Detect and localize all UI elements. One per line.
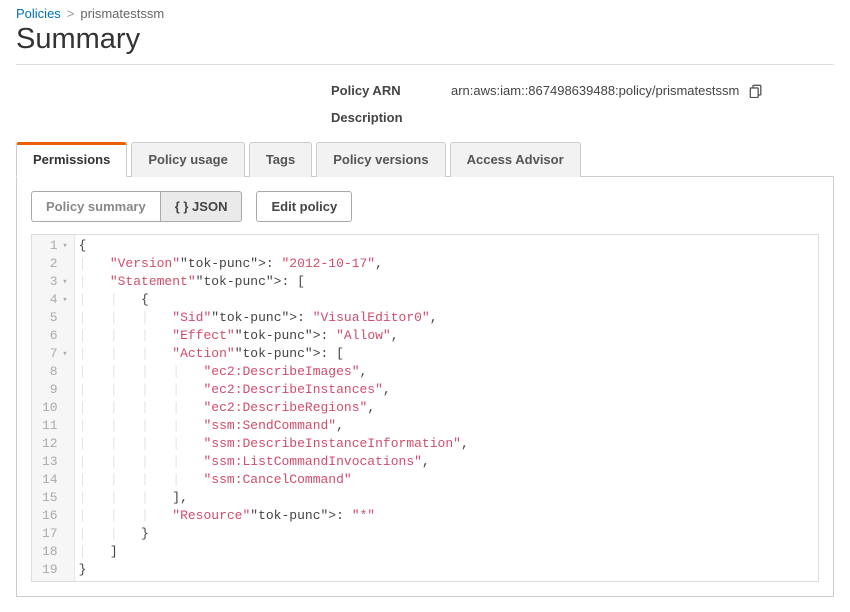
policy-arn-row: Policy ARN arn:aws:iam::867498639488:pol…	[16, 83, 834, 98]
code-line: | | | "Resource""tok-punc">: "*"	[79, 507, 818, 525]
line-number: 16	[42, 507, 58, 525]
policy-summary-button[interactable]: Policy summary	[31, 191, 160, 222]
policy-arn-label: Policy ARN	[331, 83, 451, 98]
code-line: | "Statement""tok-punc">: [	[79, 273, 818, 291]
json-editor: 1▾ 2 3▾ 4▾ 5 6 7▾ 8 9 10 11 12 13 14 15 …	[31, 234, 819, 582]
breadcrumb-root-link[interactable]: Policies	[16, 6, 61, 21]
line-number: 13	[42, 453, 58, 471]
code-line: | | | "Action""tok-punc">: [	[79, 345, 818, 363]
code-line: | | | "Effect""tok-punc">: "Allow",	[79, 327, 818, 345]
line-number: 8	[50, 363, 58, 381]
breadcrumb: Policies > prismatestssm	[16, 6, 834, 21]
line-number: 5	[50, 309, 58, 327]
editor-gutter: 1▾ 2 3▾ 4▾ 5 6 7▾ 8 9 10 11 12 13 14 15 …	[32, 235, 75, 581]
tab-access-advisor[interactable]: Access Advisor	[450, 142, 581, 177]
view-toggle-group: Policy summary { } JSON	[31, 191, 242, 222]
page-title: Summary	[16, 23, 834, 56]
line-number: 15	[42, 489, 58, 507]
line-number: 4	[50, 291, 58, 309]
line-number: 2	[50, 255, 58, 273]
line-number: 6	[50, 327, 58, 345]
code-line: | | | | "ec2:DescribeInstances",	[79, 381, 818, 399]
code-line: | | | | "ec2:DescribeImages",	[79, 363, 818, 381]
description-label: Description	[331, 110, 451, 125]
code-line: | "Version""tok-punc">: "2012-10-17",	[79, 255, 818, 273]
code-line: | | | ],	[79, 489, 818, 507]
code-line: | | | "Sid""tok-punc">: "VisualEditor0",	[79, 309, 818, 327]
tab-permissions[interactable]: Permissions	[16, 142, 127, 177]
view-toolbar: Policy summary { } JSON Edit policy	[31, 191, 819, 222]
breadcrumb-current: prismatestssm	[80, 6, 164, 21]
tab-bar: Permissions Policy usage Tags Policy ver…	[16, 141, 834, 177]
line-number: 1	[50, 237, 58, 255]
code-line: }	[79, 561, 818, 579]
line-number: 18	[42, 543, 58, 561]
copy-icon[interactable]	[749, 84, 763, 98]
code-line: | | | | "ssm:DescribeInstanceInformation…	[79, 435, 818, 453]
line-number: 12	[42, 435, 58, 453]
code-line: | | | | "ssm:SendCommand",	[79, 417, 818, 435]
line-number: 19	[42, 561, 58, 579]
code-line: | | | | "ssm:ListCommandInvocations",	[79, 453, 818, 471]
line-number: 17	[42, 525, 58, 543]
line-number: 3	[50, 273, 58, 291]
description-row: Description	[16, 110, 834, 125]
code-line: | ]	[79, 543, 818, 561]
line-number: 10	[42, 399, 58, 417]
fold-icon[interactable]: ▾	[60, 273, 68, 291]
code-line: | | | | "ssm:CancelCommand"	[79, 471, 818, 489]
edit-policy-button[interactable]: Edit policy	[256, 191, 352, 222]
fold-icon[interactable]: ▾	[60, 345, 68, 363]
code-line: | | {	[79, 291, 818, 309]
fold-icon[interactable]: ▾	[60, 237, 68, 255]
tab-policy-usage[interactable]: Policy usage	[131, 142, 244, 177]
policy-arn-value: arn:aws:iam::867498639488:policy/prismat…	[451, 83, 739, 98]
code-line: {	[79, 237, 818, 255]
line-number: 11	[42, 417, 58, 435]
breadcrumb-separator-icon: >	[67, 6, 75, 21]
fold-icon[interactable]: ▾	[60, 291, 68, 309]
tab-policy-versions[interactable]: Policy versions	[316, 142, 445, 177]
permissions-panel: Policy summary { } JSON Edit policy 1▾ 2…	[16, 177, 834, 597]
line-number: 7	[50, 345, 58, 363]
code-line: | | | | "ec2:DescribeRegions",	[79, 399, 818, 417]
line-number: 14	[42, 471, 58, 489]
line-number: 9	[50, 381, 58, 399]
code-line: | | }	[79, 525, 818, 543]
divider	[16, 64, 834, 65]
json-view-button[interactable]: { } JSON	[160, 191, 243, 222]
tab-tags[interactable]: Tags	[249, 142, 312, 177]
editor-code[interactable]: {| "Version""tok-punc">: "2012-10-17",| …	[75, 235, 818, 581]
